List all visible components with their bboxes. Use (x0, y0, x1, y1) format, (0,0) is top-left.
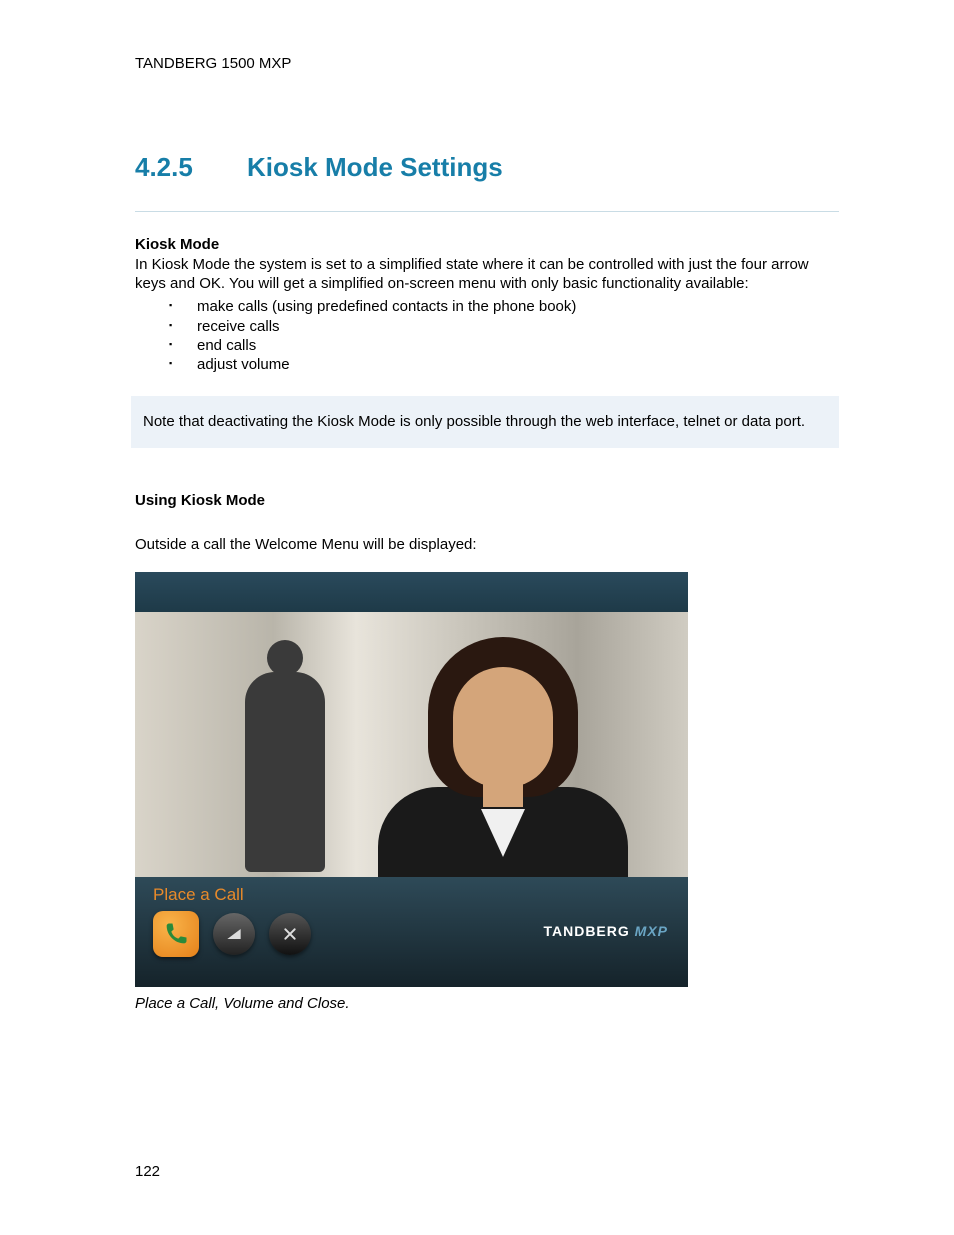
using-kiosk-intro: Outside a call the Welcome Menu will be … (135, 535, 839, 554)
section-number: 4.2.5 (135, 152, 247, 183)
spacer (135, 558, 839, 572)
page-number: 122 (135, 1163, 160, 1180)
kiosk-mode-description: In Kiosk Mode the system is set to a sim… (135, 255, 839, 293)
section-heading: 4.2.5Kiosk Mode Settings (135, 152, 839, 183)
background-person (245, 640, 325, 877)
screenshot-video-area (135, 612, 688, 877)
document-page: TANDBERG 1500 MXP 4.2.5Kiosk Mode Settin… (0, 0, 954, 1235)
screenshot-bottombar: Place a Call TANDBERG MXP (135, 877, 688, 987)
close-icon (269, 913, 311, 955)
kiosk-bullet-list: make calls (using predefined contacts in… (135, 297, 839, 374)
screenshot-topbar (135, 572, 688, 612)
brand-logo: TANDBERG MXP (543, 923, 668, 939)
using-kiosk-heading: Using Kiosk Mode (135, 492, 839, 509)
brand-name: TANDBERG (543, 923, 629, 939)
call-icon (153, 911, 199, 957)
figure-caption: Place a Call, Volume and Close. (135, 995, 839, 1012)
section-title: Kiosk Mode Settings (247, 152, 503, 182)
spacer (135, 511, 839, 535)
icon-row (153, 911, 311, 957)
brand-suffix: MXP (635, 923, 668, 939)
list-item: receive calls (169, 317, 839, 336)
note-box: Note that deactivating the Kiosk Mode is… (131, 396, 839, 448)
place-call-label: Place a Call (153, 885, 244, 905)
divider (135, 211, 839, 212)
list-item: adjust volume (169, 355, 839, 374)
kiosk-mode-heading: Kiosk Mode (135, 236, 839, 253)
list-item: end calls (169, 336, 839, 355)
foreground-person (378, 627, 628, 877)
list-item: make calls (using predefined contacts in… (169, 297, 839, 316)
page-header: TANDBERG 1500 MXP (135, 55, 839, 72)
welcome-menu-screenshot: Place a Call TANDBERG MXP (135, 572, 688, 987)
volume-icon (213, 913, 255, 955)
